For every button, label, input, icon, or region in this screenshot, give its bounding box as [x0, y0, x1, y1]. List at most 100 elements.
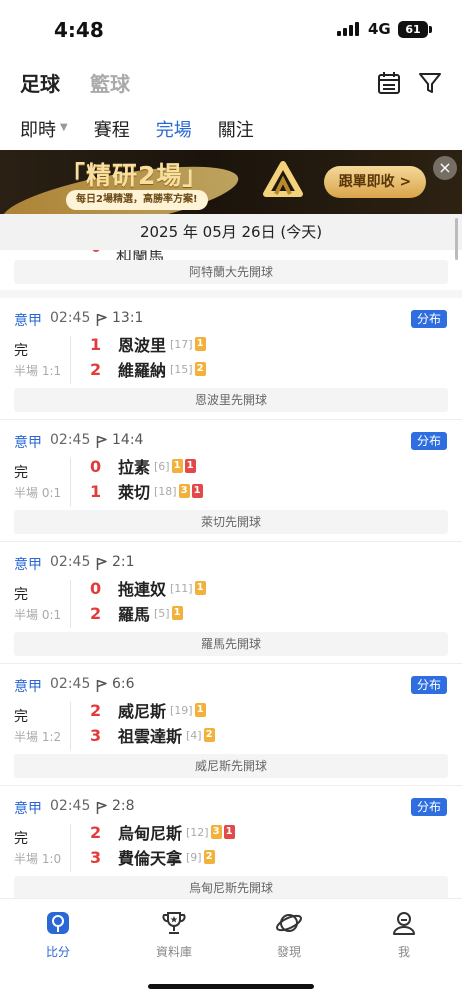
nav-discover[interactable]: 發現: [249, 909, 329, 960]
red-card-badge: 1: [191, 484, 203, 498]
corner-count: 14:4: [112, 432, 144, 448]
match-card[interactable]: 意甲 02:45 2:1 完半場 0:1 0 拖連奴 [11] 1 2 羅馬 [5] 1 羅馬先開球: [0, 542, 462, 664]
match-card[interactable]: 意甲 02:45 14:4 分布完半場 0:1 0 拉素 [6] 1 1 1 萊切 [18] 3 1 萊切先…: [0, 420, 462, 542]
home-team-rank: [12]: [186, 825, 209, 839]
nav-score[interactable]: 比分: [18, 909, 98, 960]
match-card[interactable]: 意甲 02:45 2:8 分布完半場 1:0 2 烏甸尼斯 [12] 3 1 3 費倫天拿 [9] 2 烏…: [0, 786, 462, 898]
yellow-card-badge: 1: [194, 703, 206, 717]
score-dot: [92, 250, 100, 252]
corner-count: 13:1: [112, 310, 144, 326]
sport-tabs: 足球 籃球: [20, 68, 130, 98]
calendar-icon[interactable]: [376, 70, 402, 96]
divider: [70, 702, 71, 750]
nav-database[interactable]: 資料庫: [134, 909, 214, 960]
tab-basketball[interactable]: 籃球: [90, 68, 130, 98]
distribution-button[interactable]: 分布: [411, 432, 447, 450]
match-status: 完: [14, 465, 28, 481]
previous-match-partial[interactable]: 和蘭馬 阿特蘭大先開球: [0, 250, 462, 298]
follow-button[interactable]: 跟單即收 >: [324, 166, 426, 198]
nav-me[interactable]: 我: [364, 909, 444, 960]
away-team-rank: [4]: [186, 728, 202, 742]
tab-following[interactable]: 關注: [218, 116, 254, 146]
filter-icon[interactable]: [417, 70, 443, 96]
yellow-card-badge: 2: [203, 728, 215, 742]
divider: [70, 336, 71, 384]
status-bar: 4:48 4G 61: [0, 0, 462, 58]
league-label[interactable]: 意甲: [14, 798, 42, 818]
away-team-row: 1 萊切 [18] 3 1: [90, 480, 203, 502]
away-team-rank: [15]: [170, 362, 193, 376]
home-team-name: 恩波里: [118, 336, 167, 355]
home-team-row: 0 拖連奴 [11] 1: [90, 577, 206, 599]
home-team-name: 烏甸尼斯: [118, 824, 183, 843]
tab-finished[interactable]: 完場: [156, 116, 192, 146]
network-label: 4G: [368, 20, 391, 38]
home-score: 2: [90, 822, 102, 842]
league-label[interactable]: 意甲: [14, 310, 42, 330]
away-team-row: 2 羅馬 [5] 1: [90, 602, 183, 624]
home-team-row: 2 烏甸尼斯 [12] 3 1: [90, 821, 235, 843]
yellow-card-badge: 3: [178, 484, 190, 498]
distribution-button[interactable]: 分布: [411, 310, 447, 328]
corner-count: 2:8: [112, 798, 135, 814]
home-score: 0: [90, 578, 102, 598]
home-score: 0: [90, 456, 102, 476]
tab-live-label: 即時: [20, 120, 56, 141]
divider: [70, 458, 71, 506]
home-team-name: 拉素: [118, 458, 151, 477]
match-status: 完: [14, 831, 28, 847]
match-card[interactable]: 意甲 02:45 13:1 分布完半場 1:1 1 恩波里 [17] 1 2 維羅納 [15] 2 恩波…: [0, 298, 462, 420]
away-team-rank: [5]: [154, 606, 170, 620]
close-icon[interactable]: ×: [433, 156, 457, 180]
yellow-card-badge: 1: [171, 606, 183, 620]
league-label[interactable]: 意甲: [14, 676, 42, 696]
match-status: 完: [14, 709, 28, 725]
distribution-button[interactable]: 分布: [411, 676, 447, 694]
away-team-name: 費倫天拿: [118, 849, 183, 868]
away-team-name: 羅馬: [118, 605, 151, 624]
corner-flag-icon: [96, 435, 107, 448]
nav-score-label: 比分: [45, 945, 70, 959]
distribution-button[interactable]: 分布: [411, 798, 447, 816]
tab-schedule[interactable]: 賽程: [94, 116, 130, 146]
home-team-name: 威尼斯: [118, 702, 167, 721]
kickoff-note: 烏甸尼斯先開球: [14, 876, 448, 898]
home-team-rank: [19]: [170, 703, 193, 717]
promo-banner[interactable]: 「精研2場」 每日2場精選，高勝率方案! 跟單即收 > ×: [0, 150, 462, 214]
away-score: 3: [90, 725, 102, 745]
away-team-rank: [9]: [186, 850, 202, 864]
score-icon: [47, 912, 69, 934]
match-status: 完: [14, 343, 28, 359]
half-time-score: 半場 1:0: [14, 852, 62, 866]
yellow-card-badge: 2: [194, 362, 206, 376]
match-list[interactable]: 和蘭馬 阿特蘭大先開球 意甲 02:45 13:1 分布完半場 1:1 1 恩波里 [17]…: [0, 250, 462, 898]
profile-icon: [393, 912, 415, 935]
league-label[interactable]: 意甲: [14, 554, 42, 574]
nav-discover-label: 發現: [276, 945, 301, 959]
home-team-row: 0 拉素 [6] 1 1: [90, 455, 196, 477]
home-team-rank: [6]: [154, 459, 170, 473]
match-card[interactable]: 意甲 02:45 6:6 分布完半場 1:2 2 威尼斯 [19] 1 3 祖雲達斯 [4] 2 威尼斯…: [0, 664, 462, 786]
tab-football[interactable]: 足球: [20, 68, 60, 98]
match-time: 02:45: [50, 310, 91, 326]
kickoff-note: 恩波里先開球: [14, 388, 448, 412]
banner-title: 「精研2場」: [60, 161, 209, 190]
tab-live[interactable]: 即時 ▼: [20, 116, 68, 146]
yellow-card-badge: 2: [203, 850, 215, 864]
home-indicator[interactable]: [148, 984, 314, 989]
nav-database-label: 資料庫: [155, 945, 192, 959]
half-time-score: 半場 1:1: [14, 364, 62, 378]
battery-tip: [429, 26, 432, 33]
league-label[interactable]: 意甲: [14, 432, 42, 452]
corner-flag-icon: [96, 313, 107, 326]
red-card-badge: 1: [223, 825, 235, 839]
banner-logo-icon: [263, 161, 303, 197]
corner-flag-icon: [96, 679, 107, 692]
kickoff-note: 萊切先開球: [14, 510, 448, 534]
away-score: 2: [90, 603, 102, 623]
yellow-card-badge: 1: [194, 337, 206, 351]
match-status: 完: [14, 587, 28, 603]
away-team-name: 萊切: [118, 483, 151, 502]
match-time: 02:45: [50, 554, 91, 570]
trophy-icon: [162, 912, 186, 934]
